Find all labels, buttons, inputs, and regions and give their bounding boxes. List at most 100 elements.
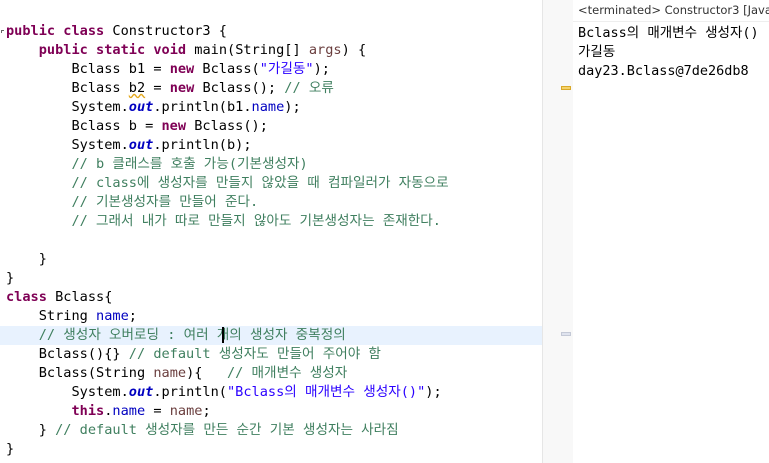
code-line[interactable]: System.out.println("Bclass의 매개변수 생성자()")…: [0, 383, 542, 402]
code-token: name: [251, 99, 285, 115]
console-output[interactable]: Bclass의 매개변수 생성자() 가길동 day23.Bclass@7de26d…: [573, 22, 769, 81]
code-line[interactable]: class Bclass{: [0, 288, 542, 307]
code-line[interactable]: // 생성자 오버로딩 : 여러 개의 생성자 중복정의: [0, 326, 542, 345]
code-token: new: [169, 80, 195, 96]
code-token: Bclass b1 =: [6, 61, 170, 77]
console-status-label: <terminated> Constructor3 [Java Applicat…: [573, 0, 769, 22]
code-line[interactable]: }: [0, 250, 542, 269]
code-line[interactable]: System.out.println(b1.name);: [0, 98, 542, 117]
code-token: );: [425, 384, 442, 400]
code-token: void: [153, 42, 187, 58]
code-token: class: [63, 23, 105, 39]
code-line[interactable]: // b 클래스를 호출 가능(기본생성자): [0, 155, 542, 174]
code-token: ;: [128, 308, 137, 324]
code-line[interactable]: Bclass b1 = new Bclass("가길동");: [0, 60, 542, 79]
code-token: // 생성자 오버로딩 : 여러 개의 생성자 중복정의: [38, 327, 346, 343]
code-line[interactable]: } // default 생성자를 만든 순간 기본 생성자는 사라짐: [0, 421, 542, 440]
code-token: =: [145, 403, 170, 419]
code-token: }: [6, 422, 56, 438]
code-token: this: [71, 403, 105, 419]
code-line[interactable]: }: [0, 440, 542, 459]
warning-marker[interactable]: [561, 86, 571, 90]
code-token: name: [153, 365, 187, 381]
code-token: String: [6, 308, 97, 324]
code-token: System.: [6, 99, 129, 115]
code-token: }: [6, 270, 15, 286]
code-line[interactable]: System.out.println(b);: [0, 136, 542, 155]
code-token: name: [112, 403, 146, 419]
code-token: // 그래서 내가 따로 만들지 않아도 기본생성자는 존재한다.: [71, 213, 441, 229]
code-token: out: [128, 384, 154, 400]
code-line[interactable]: [0, 231, 542, 250]
code-token: Bclass{: [46, 289, 113, 305]
code-token: "Bclass의 매개변수 생성자()": [227, 384, 426, 400]
console-view[interactable]: <terminated> Constructor3 [Java Applicat…: [573, 0, 769, 463]
code-token: class: [6, 289, 47, 305]
code-line[interactable]: Bclass(String name){ // 매개변수 생성자: [0, 364, 542, 383]
code-line[interactable]: public static void main(String[] args) {: [0, 41, 542, 60]
code-token: }: [6, 251, 47, 267]
code-token: "가길동": [259, 61, 314, 77]
code-token: // class에 생성자를 만들지 않았을 때 컴파일러가 자동으로: [71, 175, 449, 191]
code-token: Bclass: [6, 80, 129, 96]
code-token: static: [96, 42, 146, 58]
code-token: System.: [6, 384, 129, 400]
code-token: Bclass();: [194, 80, 285, 96]
code-token: ){: [186, 365, 227, 381]
code-token: new: [161, 118, 187, 134]
code-token: Bclass(: [194, 61, 260, 77]
text-caret: [222, 327, 224, 343]
code-token: // default 생성자를 만든 순간 기본 생성자는 사라짐: [55, 422, 399, 438]
code-token: new: [169, 61, 195, 77]
code-token: Bclass b =: [6, 118, 162, 134]
code-editor[interactable]: public class Constructor3 { public stati…: [0, 0, 542, 463]
console-line: 가길동: [578, 44, 616, 60]
code-line[interactable]: String name;: [0, 307, 542, 326]
code-token: // 매개변수 생성자: [227, 365, 348, 381]
code-token: out: [128, 137, 154, 153]
code-token: public: [38, 42, 88, 58]
code-token: Constructor3 {: [104, 23, 227, 39]
code-token: .println(b);: [153, 137, 252, 153]
code-token: out: [128, 99, 154, 115]
code-token: .println(: [153, 384, 227, 400]
code-token: // b 클래스를 호출 가능(기본생성자): [71, 156, 308, 172]
code-token: Bclass(){}: [6, 346, 129, 362]
code-token: b2: [128, 80, 146, 96]
code-token: );: [313, 61, 330, 77]
code-line[interactable]: Bclass(){} // default 생성자도 만들어 주어야 함: [0, 345, 542, 364]
code-line[interactable]: }: [0, 269, 542, 288]
code-token: ) {: [341, 42, 367, 58]
current-line-marker: [561, 332, 571, 336]
code-line[interactable]: Bclass b2 = new Bclass(); // 오류: [0, 79, 542, 98]
code-token: public: [6, 23, 56, 39]
code-token: // 기본생성자를 만들어 준다.: [71, 194, 259, 210]
code-line[interactable]: this.name = name;: [0, 402, 542, 421]
code-line[interactable]: public class Constructor3 {: [0, 22, 542, 41]
console-line: day23.Bclass@7de26db8: [578, 63, 749, 79]
fold-icon[interactable]: [1, 30, 7, 40]
code-token: }: [6, 441, 15, 457]
code-token: name: [96, 308, 129, 324]
code-line[interactable]: // 그래서 내가 따로 만들지 않아도 기본생성자는 존재한다.: [0, 212, 542, 231]
code-token: main(String[]: [186, 42, 309, 58]
console-line: Bclass의 매개변수 생성자(): [578, 25, 759, 41]
overview-ruler[interactable]: [542, 0, 574, 463]
code-token: Bclass(String: [6, 365, 154, 381]
code-token: .println(b1.: [153, 99, 252, 115]
code-token: // default 생성자도 만들어 주어야 함: [128, 346, 381, 362]
code-token: System.: [6, 137, 129, 153]
code-line[interactable]: // 기본생성자를 만들어 준다.: [0, 193, 542, 212]
code-token: );: [284, 99, 301, 115]
code-line[interactable]: // class에 생성자를 만들지 않았을 때 컴파일러가 자동으로: [0, 174, 542, 193]
code-line[interactable]: Bclass b = new Bclass();: [0, 117, 542, 136]
code-token: ;: [202, 403, 211, 419]
